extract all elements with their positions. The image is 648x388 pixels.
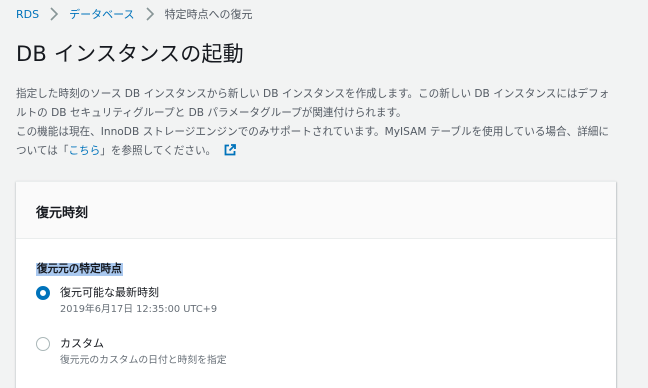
radio-text: カスタム 復元元のカスタムの日付と時刻を指定 [60, 335, 227, 370]
radio-label: カスタム [60, 337, 104, 350]
radio-description: 2019年6月17日 12:35:00 UTC+9 [60, 304, 218, 315]
panel-title: 復元時刻 [36, 206, 89, 221]
breadcrumb-item-rds[interactable]: RDS [16, 8, 39, 21]
info-link[interactable]: こちら [68, 145, 100, 157]
description-line-2-suffix: 」を参照してください。 [100, 145, 217, 157]
panel-header: 復元時刻 [16, 182, 616, 239]
radio-label: 復元可能な最新時刻 [60, 286, 159, 299]
description-line-1: 指定した時刻のソース DB インスタンスから新しい DB インスタンスを作成しま… [16, 88, 610, 119]
chevron-right-icon [135, 4, 165, 24]
breadcrumb: RDS データベース 特定時点への復元 [16, 1, 648, 27]
radio-description: 復元元のカスタムの日付と時刻を指定 [60, 355, 227, 366]
breadcrumb-current: 特定時点への復元 [164, 8, 253, 21]
chevron-right-icon [39, 4, 69, 24]
radio-unselected-icon[interactable] [36, 337, 50, 351]
breadcrumb-item-databases[interactable]: データベース [69, 6, 134, 22]
radio-latest-restorable-time[interactable]: 復元可能な最新時刻 2019年6月17日 12:35:00 UTC+9 [36, 284, 616, 319]
page-description: 指定した時刻のソース DB インスタンスから新しい DB インスタンスを作成しま… [16, 85, 616, 163]
panel-body: 復元元の特定時点 復元可能な最新時刻 2019年6月17日 12:35:00 U… [16, 239, 616, 370]
description-line-2: この機能は現在、InnoDB ストレージエンジンでのみサポートされています。My… [16, 123, 616, 163]
external-link-icon[interactable] [224, 144, 237, 163]
radio-selected-icon[interactable] [36, 286, 50, 300]
restore-time-panel: 復元時刻 復元元の特定時点 復元可能な最新時刻 2019年6月17日 12:35… [16, 181, 616, 388]
restore-point-label: 復元元の特定時点 [36, 263, 123, 276]
radio-text: 復元可能な最新時刻 2019年6月17日 12:35:00 UTC+9 [60, 284, 217, 319]
page-title: DB インスタンスの起動 [16, 42, 244, 66]
radio-custom[interactable]: カスタム 復元元のカスタムの日付と時刻を指定 [36, 335, 616, 370]
page: RDS データベース 特定時点への復元 DB インスタンスの起動 指定した時刻の… [0, 1, 648, 388]
